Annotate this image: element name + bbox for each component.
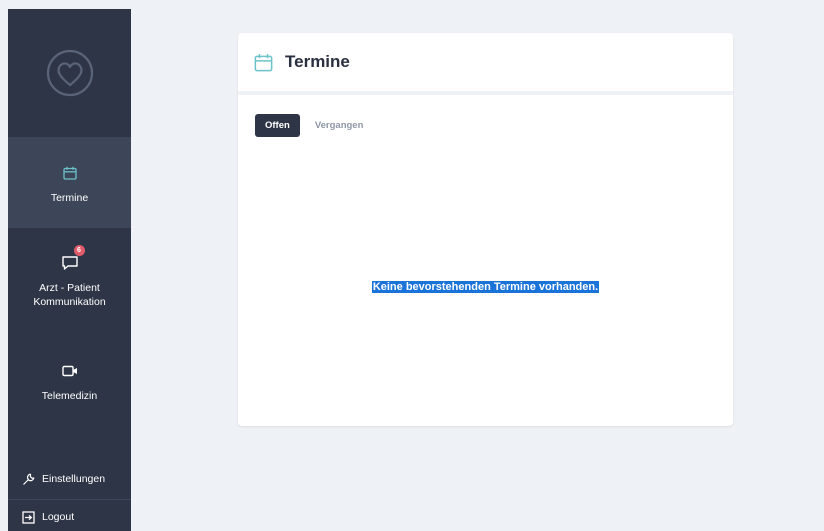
stethoscope-heart-icon — [46, 49, 93, 97]
page-title: Termine — [285, 52, 350, 71]
sidebar-item-label: Termine — [50, 191, 89, 204]
logout-icon — [22, 510, 35, 524]
sidebar-item-label: Telemedizin — [41, 390, 98, 402]
empty-state: Keine bevorstehenden Termine vorhanden. — [238, 277, 733, 295]
empty-state-message: Keine bevorstehenden Termine vorhanden. — [371, 281, 600, 293]
wrench-icon — [23, 473, 35, 485]
divider — [8, 499, 131, 500]
sidebar-item-telemedizin[interactable]: Telemedizin — [8, 359, 131, 419]
sidebar-item-label: Arzt - Patient Kommunikation — [33, 282, 106, 308]
sidebar: Termine 6 Arzt - Patient Kommunikation T… — [8, 9, 131, 531]
chat-icon: 6 — [61, 245, 85, 275]
appointments-card: Termine Offen Vergangen Keine bevorstehe… — [238, 33, 733, 426]
unread-badge: 6 — [73, 245, 85, 256]
settings-label: Einstellungen — [42, 473, 106, 485]
logout-label: Logout — [42, 511, 75, 523]
sidebar-item-kommunikation[interactable]: 6 Arzt - Patient Kommunikation — [8, 245, 131, 337]
sidebar-item-termine[interactable]: Termine — [8, 137, 131, 228]
app-root: Termine 6 Arzt - Patient Kommunikation T… — [0, 0, 824, 531]
video-camera-icon — [61, 359, 78, 383]
calendar-icon — [254, 53, 273, 72]
logo[interactable] — [8, 9, 131, 137]
settings-link[interactable]: Einstellungen — [8, 461, 131, 497]
tab-offen[interactable]: Offen — [255, 114, 300, 137]
tab-vergangen[interactable]: Vergangen — [305, 114, 374, 137]
appointment-tabs: Offen Vergangen — [255, 114, 373, 137]
card-header: Termine — [238, 33, 733, 95]
calendar-icon — [62, 161, 77, 185]
logout-link[interactable]: Logout — [8, 503, 131, 531]
